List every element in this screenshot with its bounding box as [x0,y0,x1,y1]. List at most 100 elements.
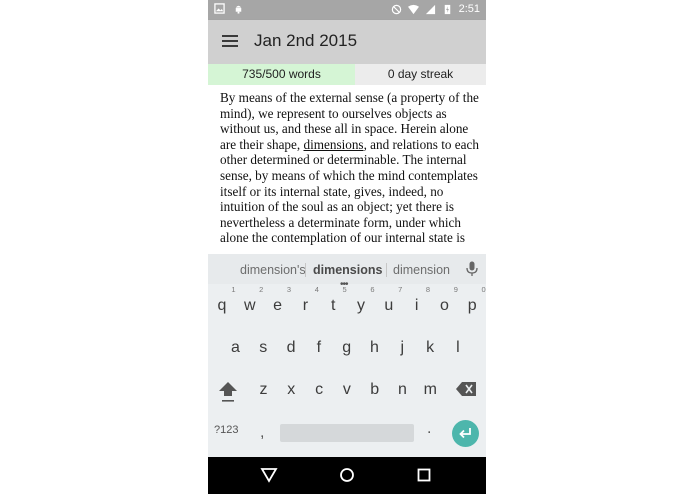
key-label: r [302,297,309,314]
key-hint: 4 [314,285,319,294]
home-icon[interactable] [339,467,355,483]
key-label: s [259,339,268,356]
app-bar: Jan 2nd 2015 [208,20,486,64]
suggestion-divider [305,263,306,277]
key-v[interactable]: v [333,372,360,408]
key-label: f [316,339,322,356]
key-o[interactable]: o9 [431,285,458,324]
key-label: q [217,297,227,314]
key-d[interactable]: d [278,330,305,366]
android-notification-icon [235,5,242,14]
wifi-icon [407,4,419,15]
editor-text-after: , and relations to each other determined… [220,136,479,246]
key-hint: 7 [398,285,403,294]
key-label: d [286,339,296,356]
key-hint: 6 [370,285,375,294]
key-hint: 9 [453,285,458,294]
key-hint: 5 [342,285,347,294]
suggestion-2[interactable]: dimensions [313,263,382,277]
key-label: t [330,297,336,314]
mic-icon[interactable] [466,261,478,277]
shift-icon[interactable] [218,380,238,404]
key-label: u [384,297,394,314]
key-g[interactable]: g [333,330,360,366]
key-label: y [357,297,365,314]
key-hint: 0 [481,285,486,294]
key-label: p [467,297,477,314]
key-n[interactable]: n [389,372,416,408]
key-label: n [398,381,407,398]
key-f[interactable]: f [305,330,332,366]
key-label: w [244,297,256,314]
key-i[interactable]: i8 [403,285,431,324]
status-bar: 2:51 [208,0,486,20]
key-p[interactable]: p0 [459,285,486,324]
key-label: v [342,381,351,398]
key-l[interactable]: l [444,330,471,366]
page-title: Jan 2nd 2015 [254,31,358,50]
key-s[interactable]: s [250,330,277,366]
navigation-bar [208,457,486,494]
recents-icon[interactable] [417,467,431,483]
image-notification-icon [214,3,225,14]
key-label: a [231,339,240,356]
back-icon[interactable] [260,467,278,483]
key-c[interactable]: c [306,372,333,408]
suggestion-strip: dimension's dimensions dimension ••• [208,254,486,290]
enter-icon [459,428,471,439]
clock: 2:51 [458,3,480,15]
key-label: i [414,297,419,314]
key-label: o [439,297,449,314]
do-not-disturb-icon [391,4,401,15]
key-z[interactable]: z [250,372,277,408]
key-label: e [273,297,283,314]
key-label: h [370,339,379,356]
signal-icon [425,4,435,15]
key-j[interactable]: j [389,330,416,366]
key-q[interactable]: q1 [209,285,236,324]
battery-charging-icon [444,4,450,15]
suggestion-3[interactable]: dimension [393,263,450,277]
suggestion-divider [386,263,387,277]
key-b[interactable]: b [361,372,388,408]
key-label: c [315,381,324,398]
space-bar[interactable] [280,424,414,442]
phone-screen: 2:51 Jan 2nd 2015 735/500 words 0 day st… [208,0,486,494]
key-label: b [370,381,380,398]
menu-icon[interactable] [222,35,238,49]
key-m[interactable]: m [417,372,444,408]
key-hint: 3 [286,285,292,294]
stats-bar: 735/500 words 0 day streak [208,64,486,85]
streak-stat: 0 day streak [355,64,486,85]
key-e[interactable]: e3 [264,285,292,324]
comma-key[interactable]: , [260,424,264,442]
soft-keyboard: dimension's dimensions dimension ••• q1w… [208,254,486,457]
suggestion-1[interactable]: dimension's [240,263,306,277]
key-a[interactable]: a [222,330,249,366]
period-key[interactable]: . [427,420,431,438]
key-r[interactable]: r4 [292,285,319,324]
key-label: g [342,339,352,356]
backspace-icon[interactable] [456,382,476,396]
key-k[interactable]: k [417,330,444,366]
key-label: j [400,339,405,356]
underlined-word: dimensions [303,136,364,152]
key-label: m [423,381,437,398]
key-u[interactable]: u7 [375,285,403,324]
enter-key[interactable] [452,420,479,447]
key-w[interactable]: w2 [236,285,264,324]
key-t[interactable]: t5 [320,285,347,324]
key-hint: 2 [259,285,264,294]
text-editor[interactable]: By means of the external sense (a proper… [220,90,482,254]
symbols-key[interactable]: ?123 [214,424,238,436]
key-hint: 1 [231,285,236,294]
key-h[interactable]: h [361,330,388,366]
key-label: z [259,381,268,398]
key-y[interactable]: y6 [348,285,375,324]
key-x[interactable]: x [278,372,305,408]
key-label: l [456,339,460,356]
word-count-stat: 735/500 words [208,64,355,85]
key-label: x [287,381,296,398]
key-label: k [426,339,435,356]
key-hint: 8 [425,285,431,294]
